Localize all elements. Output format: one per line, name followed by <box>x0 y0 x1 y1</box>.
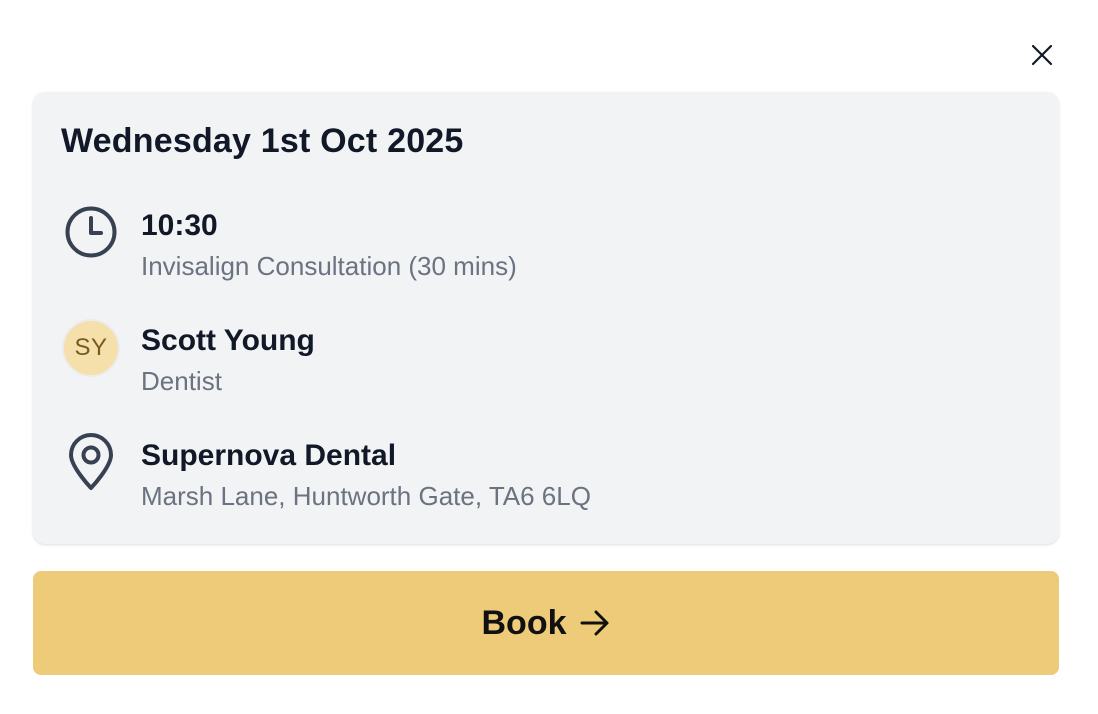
practitioner-row: SY Scott Young Dentist <box>61 319 1021 403</box>
close-button[interactable] <box>1022 35 1062 75</box>
appointment-date: Wednesday 1st Oct 2025 <box>61 122 464 160</box>
practitioner-name: Scott Young <box>141 324 315 357</box>
location-row: Supernova Dental Marsh Lane, Huntworth G… <box>61 433 1021 518</box>
book-button[interactable]: Book <box>33 571 1059 675</box>
close-icon <box>1031 44 1053 66</box>
location-name: Supernova Dental <box>141 439 397 472</box>
clock-icon <box>61 202 121 262</box>
appointment-time: 10:30 <box>141 209 218 242</box>
arrow-right-icon <box>579 609 611 637</box>
location-address: Marsh Lane, Huntworth Gate, TA6 6LQ <box>141 481 591 511</box>
appointment-card: Wednesday 1st Oct 2025 10:30 Invisalign … <box>33 92 1059 544</box>
book-button-label: Book <box>481 603 567 642</box>
practitioner-role: Dentist <box>141 366 222 396</box>
appointment-type: Invisalign Consultation (30 mins) <box>141 251 517 281</box>
map-pin-icon <box>61 432 121 492</box>
avatar: SY <box>62 319 120 377</box>
time-row: 10:30 Invisalign Consultation (30 mins) <box>61 206 1021 288</box>
